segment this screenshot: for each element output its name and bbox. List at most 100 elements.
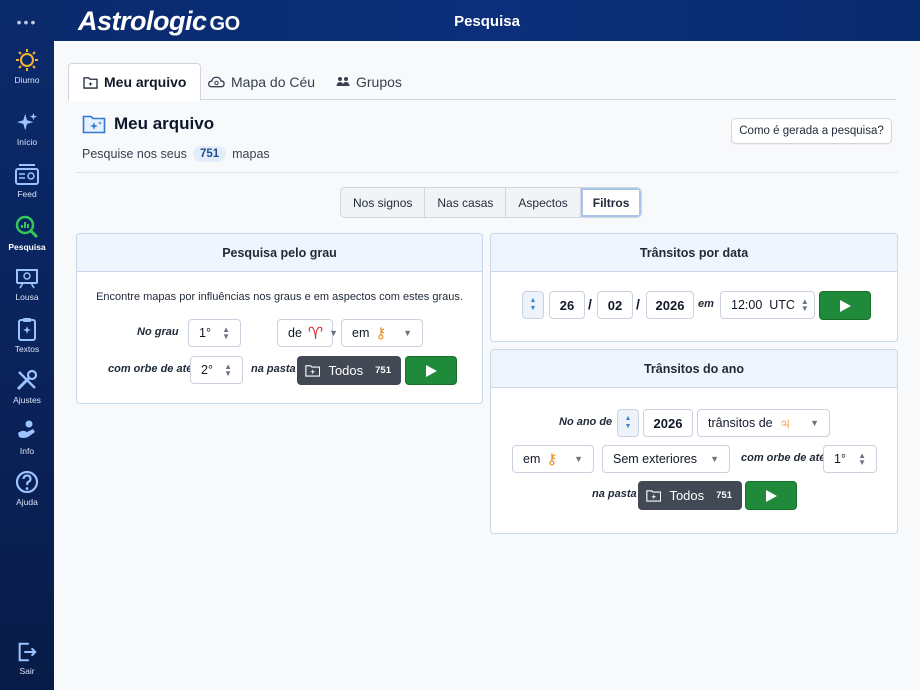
degree-search-panel: Pesquisa pelo grau Encontre mapas por in…	[76, 233, 483, 404]
year-input[interactable]: 2026	[643, 409, 693, 437]
sidebar-item-ajustes[interactable]: Ajustes	[0, 368, 54, 405]
more-dots-icon[interactable]: •••	[0, 14, 54, 30]
panel-title: Trânsitos do ano	[491, 350, 897, 388]
date-stepper[interactable]: ▲ ▼	[522, 291, 544, 319]
sidebar-item-label: Feed	[17, 189, 37, 199]
sidebar-item-label: Diurno	[14, 75, 40, 85]
archive-summary: Pesquise nos seus 751 mapas	[82, 146, 270, 162]
exterior-select[interactable]: Sem exteriores ▼	[602, 445, 730, 473]
sidebar: ••• Diurno Início Feed Pesquisa Lousa Te…	[0, 0, 54, 690]
sidebar-item-ajuda[interactable]: Ajuda	[0, 470, 54, 507]
sidebar-item-inicio[interactable]: Início	[0, 112, 54, 147]
planet-select[interactable]: em ⚷ ▼	[341, 319, 423, 347]
tab-meu-arquivo[interactable]: Meu arquivo	[68, 63, 202, 101]
tab-label: Grupos	[356, 73, 402, 90]
summary-suffix: mapas	[232, 147, 270, 161]
orb-value: 2°	[201, 363, 213, 377]
transits-label: trânsitos de	[708, 416, 773, 430]
sidebar-item-diurno[interactable]: Diurno	[0, 48, 54, 85]
help-icon	[15, 470, 39, 494]
day-input[interactable]: 26	[549, 291, 585, 319]
degree-value: 1°	[199, 326, 211, 340]
orb-label: com orbe de até	[108, 363, 193, 375]
year-transits-panel: Trânsitos do ano No ano de ▲ ▼ 2026 trâns…	[490, 349, 898, 534]
document-icon	[18, 318, 36, 341]
tab-mapa-do-ceu[interactable]: Mapa do Céu	[194, 63, 329, 100]
month-input[interactable]: 02	[597, 291, 633, 319]
folder-select-button[interactable]: Todos 751	[297, 356, 401, 385]
feed-icon	[15, 164, 39, 185]
sidebar-item-label: Sair	[19, 666, 35, 676]
sign-select[interactable]: de ♈ ▼	[277, 319, 338, 347]
folder-count: 751	[375, 365, 391, 376]
time-select[interactable]: 12:00 UTC ▲ ▼	[720, 291, 815, 319]
time-value: 12:00 UTC	[731, 298, 795, 312]
chiron-icon: ⚷	[375, 324, 387, 342]
chevron-down-icon: ▼	[574, 454, 583, 464]
segment-nos-signos[interactable]: Nos signos	[341, 188, 426, 217]
chevron-down-icon: ▼	[810, 418, 819, 428]
sparkle-icon	[16, 112, 38, 131]
sidebar-item-textos[interactable]: Textos	[0, 317, 54, 354]
info-person-icon	[18, 420, 35, 438]
sidebar-item-sair[interactable]: Sair	[0, 641, 54, 676]
filter-mode-segmented-control: Nos signos Nas casas Aspectos Filtros	[340, 187, 643, 218]
exterior-value: Sem exteriores	[613, 452, 698, 466]
chevron-down-icon: ▼	[710, 454, 719, 464]
sun-icon	[16, 49, 38, 71]
sidebar-item-label: Info	[19, 446, 35, 456]
chevron-down-icon: ▼	[403, 328, 412, 338]
degree-label: No grau	[137, 326, 179, 338]
folder-sparkle-icon	[82, 115, 106, 134]
sidebar-item-pesquisa[interactable]: Pesquisa	[0, 215, 54, 252]
tools-icon	[16, 369, 38, 391]
folder-label: na pasta	[251, 363, 296, 375]
section-title-text: Meu arquivo	[114, 114, 215, 133]
folder-sparkle-icon	[83, 76, 98, 89]
run-year-transits-button[interactable]	[745, 481, 797, 510]
folder-name: Todos	[328, 363, 364, 378]
orb-label: com orbe de até	[741, 452, 826, 464]
updown-icon: ▲ ▼	[222, 325, 230, 341]
sign-select-label: de	[288, 326, 302, 340]
sidebar-item-info[interactable]: Info	[0, 419, 54, 456]
sidebar-item-label: Textos	[14, 344, 40, 354]
page-title: Pesquisa	[454, 13, 520, 30]
updown-icon: ▲ ▼	[800, 297, 809, 313]
segment-aspectos[interactable]: Aspectos	[506, 188, 581, 217]
sidebar-item-label: Lousa	[15, 292, 39, 302]
folder-select-button[interactable]: Todos 751	[638, 481, 742, 510]
updown-icon: ▲ ▼	[224, 362, 232, 378]
segment-nas-casas[interactable]: Nas casas	[425, 188, 507, 217]
orb-select[interactable]: 2° ▲ ▼	[190, 356, 243, 384]
sidebar-item-lousa[interactable]: Lousa	[0, 267, 54, 302]
logout-icon	[18, 642, 37, 662]
orb-select[interactable]: 1° ▲ ▼	[823, 445, 877, 473]
panel-title: Pesquisa pelo grau	[77, 234, 482, 272]
sidebar-item-label: Ajustes	[13, 395, 41, 405]
tab-bar: Meu arquivo Mapa do Céu Grupos	[68, 63, 896, 101]
date-separator: /	[588, 296, 592, 312]
folder-count: 751	[716, 490, 732, 501]
panel-title: Trânsitos por data	[491, 234, 897, 272]
year-stepper[interactable]: ▲ ▼	[617, 409, 639, 437]
time-label: em	[698, 298, 714, 310]
play-icon	[766, 489, 777, 502]
folder-sparkle-icon	[305, 365, 321, 377]
natal-point-select[interactable]: em ⚷ ▼	[512, 445, 594, 473]
panel-description: Encontre mapas por influências nos graus…	[96, 291, 463, 303]
play-icon	[426, 364, 437, 377]
how-search-works-button[interactable]: Como é gerada a pesquisa?	[731, 118, 892, 144]
sidebar-item-feed[interactable]: Feed	[0, 164, 54, 199]
degree-select[interactable]: 1° ▲ ▼	[188, 319, 241, 347]
segment-filtros[interactable]: Filtros	[580, 188, 642, 217]
run-date-transits-button[interactable]	[819, 291, 871, 320]
planet-select-label: em	[352, 326, 370, 340]
transiting-planet-select[interactable]: trânsitos de ♃ ▼	[697, 409, 830, 437]
run-search-button[interactable]	[405, 356, 457, 385]
year-input[interactable]: 2026	[646, 291, 694, 319]
folder-sparkle-icon	[646, 490, 662, 502]
tab-label: Mapa do Céu	[231, 73, 316, 90]
tab-grupos[interactable]: Grupos	[322, 63, 416, 100]
folder-name: Todos	[669, 488, 705, 503]
